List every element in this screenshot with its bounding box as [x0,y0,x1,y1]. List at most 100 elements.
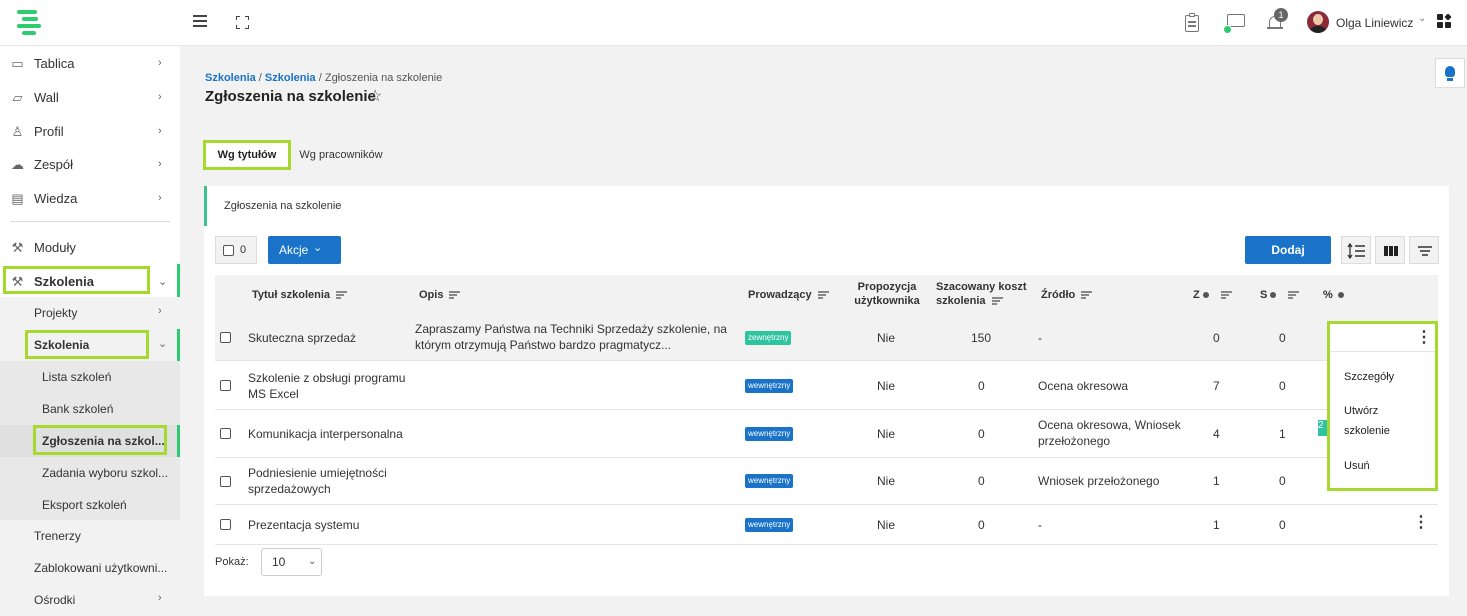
menu-toggle-icon[interactable] [193,15,207,27]
row-checkbox[interactable] [220,519,231,530]
info-icon [1337,292,1344,299]
active-indicator [177,264,180,298]
bell-icon[interactable]: 1 [1265,8,1288,34]
tab-wg-tytulow[interactable]: Wg tytułów [203,140,291,170]
highlight-frame [3,266,150,294]
chat-icon[interactable] [1223,12,1247,34]
add-button[interactable]: Dodaj [1245,236,1331,264]
tab-wg-pracownikow[interactable]: Wg pracowników [295,140,387,170]
breadcrumb-separator: / [255,72,265,84]
menu-item-details[interactable]: Szczegóły [1344,367,1394,387]
cell-z: 0 [1213,331,1220,345]
more-options-icon[interactable]: ⋮ [1416,330,1432,346]
divider [1330,351,1435,352]
sidebar-subitem-label: Bank szkoleń [42,402,114,416]
table-row[interactable]: Szkolenie z obsługi programu MS Excel wew… [215,361,1438,410]
sidebar-item-label: Zespół [34,156,74,172]
document-icon: ▤ [11,190,24,206]
sidebar-item-zespol[interactable]: ☁ Zespół › [0,147,180,181]
sidebar-subitem-lista-szkolen[interactable]: Lista szkoleń [0,361,180,393]
filter-icon[interactable] [1409,236,1439,264]
fullscreen-icon[interactable] [236,16,249,29]
chat-icon: ▱ [12,89,23,105]
app-logo-icon[interactable] [14,8,44,36]
user-icon: ♙ [11,123,24,139]
cell-z: 7 [1213,379,1220,393]
table-row[interactable]: Podniesienie umiejętności sprzedażowych w… [215,458,1438,505]
column-header-title[interactable]: Tytuł szkolenia [252,288,348,302]
row-height-icon[interactable] [1341,236,1371,264]
column-header-desc[interactable]: Opis [419,288,461,302]
avatar[interactable] [1307,11,1329,33]
card-header: Zgłoszenia na szkolenie [204,186,1449,226]
cell-cost: 0 [978,427,985,441]
actions-button-label: Akcje [279,243,309,257]
username[interactable]: Olga Liniewicz [1336,16,1413,30]
menu-item-create-training[interactable]: Utwórz szkolenie [1344,401,1390,441]
page-size-select[interactable]: 10 ⌄ [261,548,322,576]
sidebar-subitem-trenerzy[interactable]: Trenerzy [0,520,180,552]
percent-badge: 2 [1318,420,1327,436]
table-row[interactable]: Skuteczna sprzedaż Zapraszamy Państwa na… [215,315,1438,361]
highlight-frame [33,425,167,455]
more-options-icon[interactable]: ⋮ [1413,515,1429,531]
cell-s: 0 [1279,518,1286,532]
chevron-down-icon: ⌄ [313,242,323,254]
table-row[interactable]: Komunikacja interpersonalna wewnętrzny N… [215,410,1438,458]
star-icon[interactable]: ☆ [368,86,382,106]
sidebar-subitem-zadania[interactable]: Zadania wyboru szkol... [0,457,180,489]
cell-title: Prezentacja systemu [248,518,360,532]
breadcrumb-link-szkolenia-2[interactable]: Szkolenia [265,72,316,84]
team-icon: ☁ [11,156,24,172]
chevron-right-icon: › [158,305,162,317]
sidebar-item-wiedza[interactable]: ▤ Wiedza › [0,181,180,215]
column-header-cost[interactable]: Szacowany koszt szkolenia [936,280,1026,308]
column-header-source[interactable]: Źródło [1041,288,1093,302]
menu-item-delete[interactable]: Usuń [1344,456,1370,476]
table-row[interactable]: Prezentacja systemu wewnętrzny Nie 0 - 1… [215,505,1438,545]
chevron-down-icon: ⌄ [158,275,168,288]
breadcrumb-link-szkolenia[interactable]: Szkolenia [205,72,256,84]
breadcrumb-separator: / [315,72,325,84]
row-checkbox[interactable] [220,332,231,343]
cell-cost: 0 [978,379,985,393]
column-header-pct[interactable]: % [1323,288,1344,302]
cell-title: Podniesienie umiejętności sprzedażowych [248,466,387,496]
active-indicator [177,329,180,361]
column-header-z[interactable]: Z [1193,288,1232,302]
chevron-right-icon: › [158,57,162,69]
sidebar-subitem-zablokowani[interactable]: Zablokowani użytkowni... [0,552,180,584]
select-all-checkbox[interactable]: 0 [215,236,257,264]
column-header-lead[interactable]: Prowadzący [748,288,829,302]
row-checkbox[interactable] [220,476,231,487]
apps-grid-icon[interactable] [1437,13,1452,29]
sidebar-item-moduly[interactable]: ⚒ Moduły [0,230,180,264]
columns-icon[interactable] [1375,236,1405,264]
cell-source: Ocena okresowa, Wniosek przełożonego [1038,418,1181,448]
chevron-down-icon: ⌄ [158,338,168,350]
sidebar-subitem-label: Projekty [34,306,78,320]
sidebar-item-wall[interactable]: ▱ Wall › [0,80,180,114]
sidebar-subitem-eksport[interactable]: Eksport szkoleń [0,489,180,521]
column-header-s[interactable]: S [1260,288,1300,302]
sidebar-subitem-projekty[interactable]: Projekty › [0,297,180,329]
row-checkbox[interactable] [220,380,231,391]
column-header-proposal[interactable]: Propozycja użytkownika [851,280,923,308]
cell-title: Szkolenie z obsługi programu MS Excel [248,371,406,401]
lightbulb-icon[interactable] [1435,58,1465,88]
sidebar-item-tablica[interactable]: ▭ Tablica › [0,46,180,80]
row-checkbox[interactable] [220,428,231,439]
chevron-down-icon[interactable]: ⌄ [1418,13,1426,24]
sidebar-subitem-osrodki[interactable]: Ośrodki › [0,584,180,616]
chevron-down-icon: ⌄ [308,556,317,567]
cell-title: Skuteczna sprzedaż [248,331,357,345]
clipboard-icon[interactable] [1182,12,1204,34]
actions-button[interactable]: Akcje ⌄ [268,236,341,264]
cell-s: 0 [1279,379,1286,393]
selected-count: 0 [240,244,247,256]
checkbox[interactable] [223,245,234,256]
sidebar-item-profil[interactable]: ♙ Profil › [0,114,180,148]
sidebar-subitem-bank-szkolen[interactable]: Bank szkoleń [0,393,180,425]
sort-icon [336,291,348,299]
cell-proposal: Nie [877,379,896,393]
